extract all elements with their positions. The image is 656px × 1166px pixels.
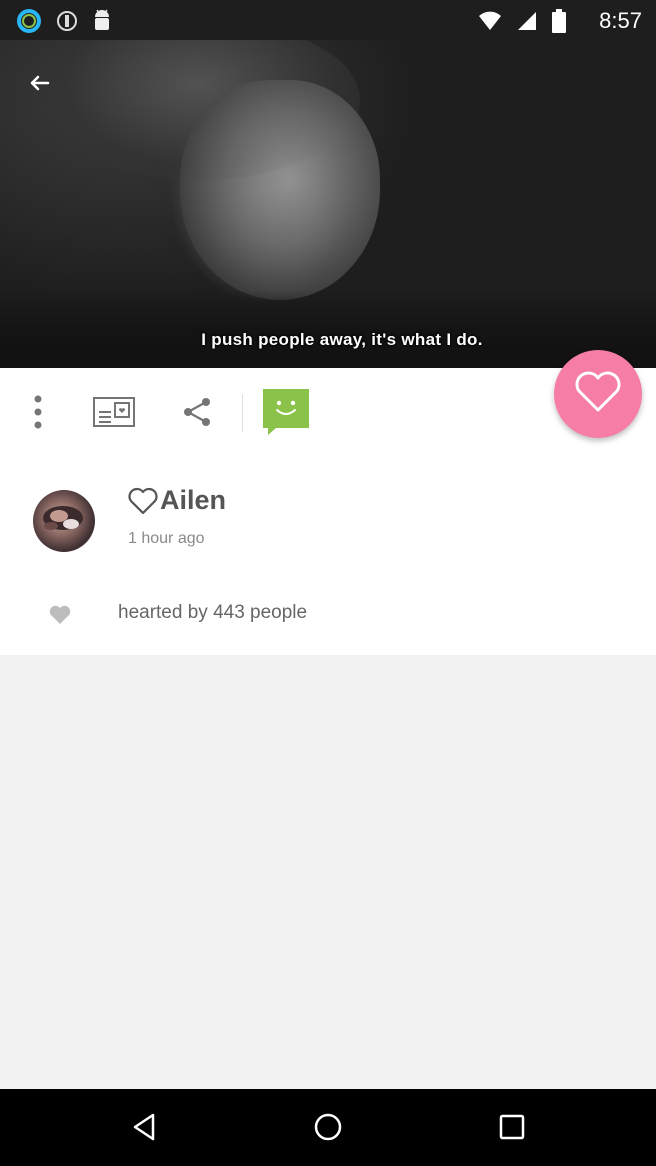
image-shirt-shape xyxy=(0,290,656,368)
hearted-by-count[interactable]: hearted by 443 people xyxy=(118,602,307,624)
chat-icon xyxy=(262,388,310,441)
author-name-text: Ailen xyxy=(160,485,227,515)
status-bar: 8:57 xyxy=(0,0,656,40)
nav-back-button[interactable] xyxy=(122,1107,166,1151)
wifi-icon xyxy=(478,10,502,37)
heart-outline-icon xyxy=(574,370,622,418)
save-card-button[interactable] xyxy=(90,390,138,438)
heart-outline-icon xyxy=(128,487,158,515)
chat-button[interactable] xyxy=(262,388,310,441)
battery-icon xyxy=(552,9,566,38)
android-icon xyxy=(92,9,112,38)
square-recents-icon xyxy=(497,1112,527,1147)
image-face-shape xyxy=(180,80,380,300)
post-image[interactable]: I push people away, it's what I do. xyxy=(0,40,656,368)
author-avatar[interactable] xyxy=(33,490,95,552)
more-options-button[interactable] xyxy=(14,390,62,438)
heart-icon xyxy=(49,605,71,630)
share-button[interactable] xyxy=(173,390,221,438)
more-vert-icon xyxy=(33,395,43,434)
notification-circle-icon xyxy=(56,10,78,37)
arrow-back-icon xyxy=(24,70,52,103)
navigation-bar xyxy=(0,1089,656,1166)
signal-icon xyxy=(516,10,538,37)
back-button[interactable] xyxy=(20,68,56,104)
toolbar-divider xyxy=(242,394,243,432)
like-button[interactable] xyxy=(554,350,642,438)
notification-ring-icon xyxy=(16,8,42,39)
author-name[interactable]: Ailen xyxy=(128,485,226,516)
triangle-back-icon xyxy=(129,1112,159,1147)
share-icon xyxy=(181,396,213,433)
image-caption: I push people away, it's what I do. xyxy=(201,330,483,349)
avatar-image xyxy=(43,506,83,530)
card-icon xyxy=(93,396,135,432)
circle-home-icon xyxy=(312,1111,344,1148)
status-time: 8:57 xyxy=(599,8,642,33)
post-timestamp: 1 hour ago xyxy=(128,530,205,547)
nav-home-button[interactable] xyxy=(306,1107,350,1151)
nav-recents-button[interactable] xyxy=(490,1107,534,1151)
